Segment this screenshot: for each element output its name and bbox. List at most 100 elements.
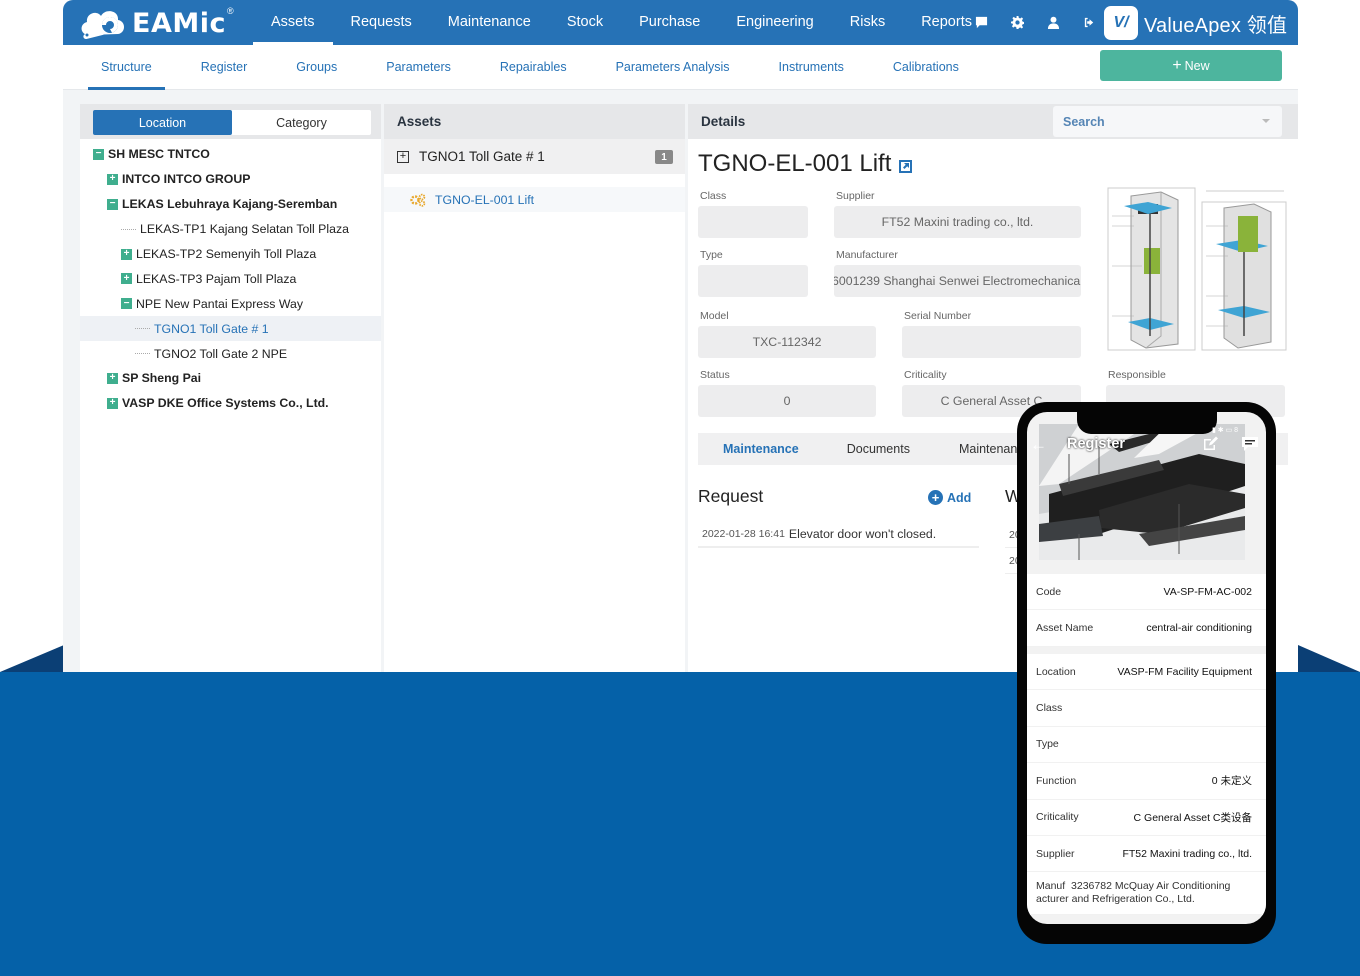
asset-list-item[interactable]: TGNO-EL-001 Lift — [384, 187, 685, 212]
tree-node[interactable]: TGNO2 Toll Gate 2 NPE — [80, 341, 381, 366]
tree-node[interactable]: + VASP DKE Office Systems Co., Ltd. — [80, 391, 381, 416]
subnav-parameters[interactable]: Parameters — [373, 45, 464, 90]
tree-node[interactable]: − SH MESC TNTCO — [80, 142, 381, 167]
status-label: Status — [700, 369, 730, 381]
phone-row-class: Class — [1027, 690, 1266, 727]
eamic-logo[interactable]: EAMic ® — [77, 4, 234, 42]
new-button[interactable]: + New — [1100, 50, 1282, 81]
nav-maintenance[interactable]: Maintenance — [430, 0, 549, 45]
nav-risks[interactable]: Risks — [832, 0, 903, 45]
tree-node-label: SH MESC TNTCO — [108, 147, 210, 162]
supplier-field[interactable]: FT52 Maxini trading co., ltd. — [834, 206, 1081, 238]
phone-row-value: FT52 Maxini trading co., ltd. — [1122, 847, 1252, 860]
subnav-calibrations[interactable]: Calibrations — [880, 45, 972, 90]
phone-status-bar: ▮ ✱ ▭ 8 — [1212, 427, 1239, 434]
phone-row-key: Criticality — [1036, 811, 1079, 824]
phone-card-details: Location VASP-FM Facility Equipment Class T… — [1027, 654, 1266, 916]
subnav-register[interactable]: Register — [188, 45, 261, 90]
details-panel-title: Details — [701, 114, 746, 129]
manufacturer-value-b: and Refrigeration Co., Ltd. — [1071, 893, 1195, 906]
phone-header: ← Register — [1027, 434, 1266, 460]
subnav-parameters-analysis[interactable]: Parameters Analysis — [603, 45, 743, 90]
valueapex-logo: V/ ValueApex 领值 — [1104, 6, 1287, 40]
subnav-instruments[interactable]: Instruments — [766, 45, 857, 90]
collapse-icon[interactable]: − — [93, 148, 104, 160]
tree-node[interactable]: + SP Sheng Pai — [80, 366, 381, 391]
tree-connector — [121, 228, 136, 230]
expand-icon[interactable]: + — [107, 173, 118, 185]
phone-row-location: Location VASP-FM Facility Equipment — [1027, 654, 1266, 691]
user-icon[interactable] — [1035, 0, 1071, 45]
logout-icon[interactable] — [1071, 0, 1107, 45]
expand-icon[interactable]: + — [397, 150, 409, 163]
subnav-structure[interactable]: Structure — [88, 45, 165, 90]
collapse-icon[interactable]: − — [121, 298, 132, 310]
nav-engineering[interactable]: Engineering — [718, 0, 831, 45]
tree-node-label: SP Sheng Pai — [122, 371, 202, 386]
manufacturer-value-a: 3236782 McQuay Air Conditioning — [1071, 880, 1231, 893]
criticality-label: Criticality — [904, 369, 947, 381]
tree-connector — [135, 328, 150, 330]
tree-node[interactable]: + LEKAS-TP2 Semenyih Toll Plaza — [80, 242, 381, 267]
phone-row-key: Class — [1036, 702, 1063, 715]
tree-node-label: INTCO INTCO GROUP — [122, 172, 251, 187]
valueapex-text: ValueApex 领值 — [1144, 14, 1288, 37]
phone-card-identity: Code VA-SP-FM-AC-002 Asset Name central-air… — [1027, 574, 1266, 647]
type-label: Type — [700, 249, 723, 261]
details-search-select[interactable]: Search — [1053, 106, 1282, 137]
subnav-repairables[interactable]: Repairables — [487, 45, 580, 90]
collapse-icon[interactable]: − — [107, 198, 118, 210]
search-placeholder: Search — [1063, 114, 1105, 129]
phone-mockup: ▮ ✱ ▭ 8 ← Register Code VA-SP-FM-AC-002 As… — [1017, 402, 1276, 944]
nav-purchase[interactable]: Purchase — [621, 0, 718, 45]
asset-group-row[interactable]: + TGNO1 Toll Gate # 1 1 — [384, 139, 685, 174]
expand-icon[interactable]: + — [107, 372, 118, 384]
expand-icon[interactable]: + — [121, 248, 132, 260]
edit-icon[interactable] — [1202, 436, 1218, 452]
class-field[interactable] — [698, 206, 808, 238]
type-field[interactable] — [698, 265, 808, 297]
tree-node[interactable]: TGNO1 Toll Gate # 1 — [80, 316, 381, 342]
phone-row-value: VASP-FM Facility Equipment — [1117, 665, 1252, 678]
tree-node-label: LEKAS-TP1 Kajang Selatan Toll Plaza — [140, 222, 349, 237]
phone-row-manufacturer: Manuf 3236782 McQuay Air Conditioning ac… — [1027, 872, 1266, 916]
expand-icon[interactable]: + — [107, 397, 118, 409]
request-row[interactable]: 2022-01-28 16:41 Elevator door won't clo… — [698, 522, 979, 548]
gear-icon[interactable] — [999, 0, 1035, 45]
details-panel-header: Details Search — [688, 104, 1298, 139]
comment-icon[interactable] — [1241, 436, 1259, 452]
phone-screen: ▮ ✱ ▭ 8 ← Register Code VA-SP-FM-AC-002 As… — [1027, 412, 1266, 924]
add-request-button[interactable]: + Add — [928, 490, 971, 505]
tab-maintenance[interactable]: Maintenance — [723, 433, 799, 465]
nav-requests[interactable]: Requests — [333, 0, 430, 45]
request-section-title: Request — [698, 486, 764, 506]
status-field[interactable]: 0 — [698, 385, 876, 417]
registered-mark: ® — [226, 6, 234, 16]
responsible-label: Responsible — [1108, 369, 1166, 381]
nav-stock[interactable]: Stock — [549, 0, 621, 45]
back-arrow-icon[interactable]: ← — [1030, 435, 1047, 455]
manufacturer-key-a: Manuf — [1036, 880, 1066, 893]
nav-assets[interactable]: Assets — [253, 0, 333, 45]
chat-icon[interactable] — [963, 0, 999, 45]
external-link-icon[interactable] — [898, 159, 913, 174]
phone-row-function: Function 0 未定义 — [1027, 763, 1266, 800]
tree-node-label: LEKAS-TP2 Semenyih Toll Plaza — [136, 247, 317, 261]
tab-documents[interactable]: Documents — [847, 433, 910, 465]
decorative-wedge-left — [0, 645, 64, 672]
brand-name: EAMic — [132, 7, 226, 39]
tree-node[interactable]: LEKAS-TP1 Kajang Selatan Toll Plaza — [80, 217, 381, 242]
model-field[interactable]: TXC-112342 — [698, 326, 876, 358]
expand-icon[interactable]: + — [121, 273, 132, 285]
tree-node[interactable]: − LEKAS Lebuhraya Kajang-Seremban — [80, 192, 381, 217]
marketing-stage: EAMic ® Assets Requests Maintenance Stoc… — [0, 0, 1360, 976]
tree-node[interactable]: − NPE New Pantai Express Way — [80, 291, 381, 316]
subnav-groups[interactable]: Groups — [283, 45, 350, 90]
toggle-location[interactable]: Location — [93, 110, 232, 135]
manufacturer-field[interactable]: 6001239 Shanghai Senwei Electromechanica… — [834, 265, 1081, 297]
serial-number-field[interactable] — [902, 326, 1081, 358]
tree-node-label: TGNO1 Toll Gate # 1 — [154, 321, 269, 336]
tree-node[interactable]: + INTCO INTCO GROUP — [80, 167, 381, 192]
tree-node[interactable]: + LEKAS-TP3 Pajam Toll Plaza — [80, 266, 381, 291]
toggle-category[interactable]: Category — [232, 110, 371, 135]
